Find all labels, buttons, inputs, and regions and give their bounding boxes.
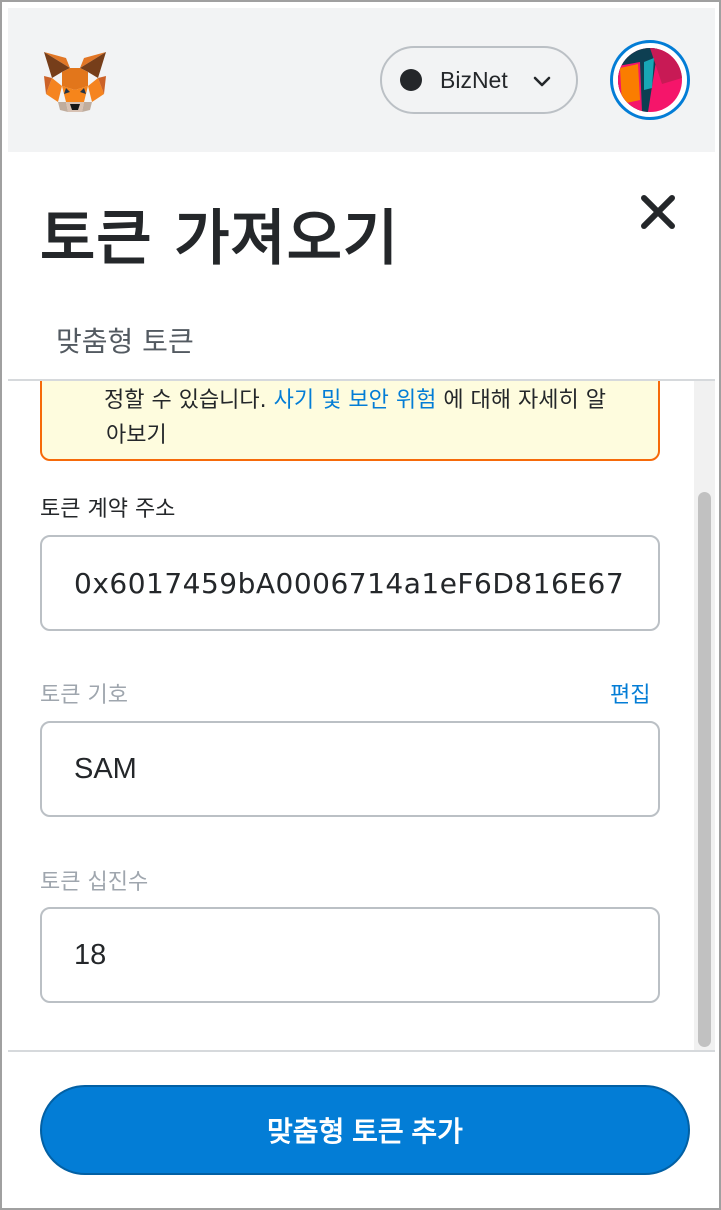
app-window: BizNet 토큰 가져오기 맞춤형 토큰 정할 수 있습니다. 사기 및 보안… bbox=[0, 0, 721, 1210]
network-name: BizNet bbox=[440, 66, 508, 93]
warning-banner: 정할 수 있습니다. 사기 및 보안 위험 에 대해 자세히 알 아보기 bbox=[40, 381, 660, 461]
token-symbol-input[interactable]: SAM bbox=[40, 721, 660, 817]
token-symbol-label: 토큰 기호 bbox=[40, 683, 128, 708]
add-custom-token-button[interactable]: 맞춤형 토큰 추가 bbox=[40, 1085, 690, 1175]
scam-risk-link[interactable]: 사기 및 보안 위험 bbox=[274, 388, 437, 413]
token-decimals-input[interactable]: 18 bbox=[40, 907, 660, 1003]
tab-custom-token[interactable]: 맞춤형 토큰 bbox=[56, 320, 194, 360]
warning-text-prefix: 정할 수 있습니다. bbox=[104, 388, 274, 413]
warning-text-line1: 정할 수 있습니다. 사기 및 보안 위험 에 대해 자세히 알 bbox=[104, 382, 606, 414]
warning-text-line2: 아보기 bbox=[106, 423, 167, 448]
page-title: 토큰 가져오기 bbox=[40, 204, 400, 274]
warning-text-suffix: 에 대해 자세히 알 bbox=[436, 388, 606, 413]
chevron-down-icon bbox=[533, 76, 551, 87]
edit-symbol-link[interactable]: 편집 bbox=[610, 677, 650, 709]
footer-divider bbox=[8, 1050, 715, 1052]
scroll-content[interactable]: 정할 수 있습니다. 사기 및 보안 위험 에 대해 자세히 알 아보기 토큰 … bbox=[8, 381, 694, 1050]
scrollbar-thumb[interactable] bbox=[698, 492, 711, 1047]
network-selector[interactable]: BizNet bbox=[380, 46, 578, 114]
network-status-dot bbox=[400, 69, 422, 91]
token-address-input[interactable]: 0x6017459bA0006714a1eF6D816E67 bbox=[40, 535, 660, 631]
app-header: BizNet bbox=[8, 8, 715, 152]
token-decimals-label: 토큰 십진수 bbox=[40, 870, 149, 895]
close-icon[interactable] bbox=[638, 192, 678, 232]
token-address-label: 토큰 계약 주소 bbox=[40, 497, 176, 522]
account-avatar-icon bbox=[618, 48, 682, 112]
scrollbar[interactable] bbox=[694, 381, 715, 1050]
account-menu-button[interactable] bbox=[610, 40, 690, 120]
metamask-fox-icon[interactable] bbox=[40, 46, 110, 116]
